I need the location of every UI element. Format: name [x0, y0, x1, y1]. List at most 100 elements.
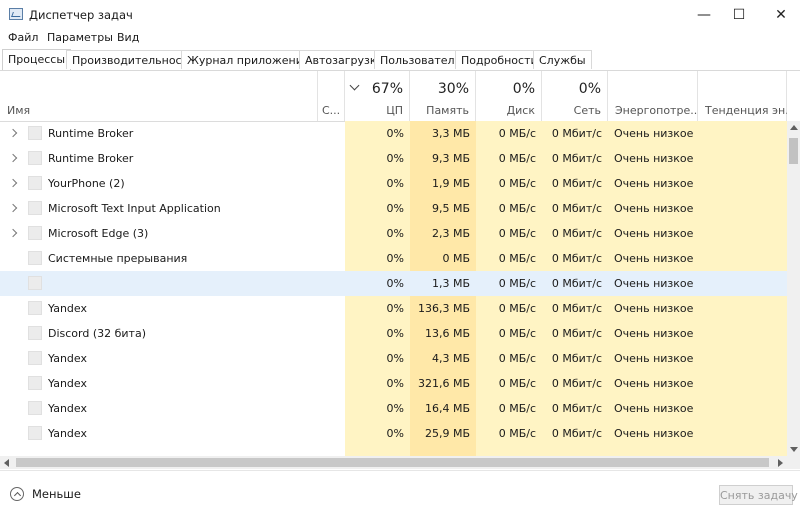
window-title: Диспетчер задач: [29, 8, 133, 22]
cpu-total: 67%: [371, 81, 403, 97]
process-icon: [28, 301, 42, 315]
col-disk[interactable]: 0% Диск: [476, 71, 542, 121]
scroll-right-arrow-icon[interactable]: [778, 459, 783, 467]
cell-disk: 0 МБ/с: [476, 321, 542, 346]
process-icon: [28, 126, 42, 140]
tab-services[interactable]: Службы: [533, 50, 592, 69]
cell-memory: 1,3 МБ: [410, 271, 476, 296]
col-power-trend-label: Тенденция эн...: [705, 104, 787, 117]
cell-cpu: 0%: [345, 246, 410, 271]
col-network[interactable]: 0% Сеть: [542, 71, 608, 121]
table-row[interactable]: YourPhone (2) 0% 1,9 МБ 0 МБ/с 0 Мбит/с Очень…: [0, 171, 787, 196]
cell-trend: [698, 171, 787, 196]
tab-processes[interactable]: Процессы: [2, 49, 72, 70]
col-status-label: С...: [322, 104, 341, 117]
table-row[interactable]: Yandex 0% 4,3 МБ 0 МБ/с 0 Мбит/с Очень низкое: [0, 346, 787, 371]
cell-network: 0 Мбит/с: [542, 371, 608, 396]
table-row[interactable]: Discord (32 бита) 0% 13,6 МБ 0 МБ/с 0 Мбит/с…: [0, 321, 787, 346]
cell-trend: [698, 121, 787, 146]
process-list: Runtime Broker 0% 3,3 МБ 0 МБ/с 0 Мбит/с Очен…: [0, 121, 787, 456]
cell-cpu: 0%: [345, 346, 410, 371]
vertical-scrollbar[interactable]: [787, 121, 800, 456]
cell-network: 0 Мбит/с: [542, 121, 608, 146]
process-name: Microsoft Text Input Application: [48, 202, 221, 215]
process-name: Microsoft Edge (3): [48, 227, 149, 240]
process-name: Runtime Broker: [48, 127, 134, 140]
col-memory[interactable]: 30% Память: [410, 71, 476, 121]
cell-cpu: 0%: [345, 121, 410, 146]
column-fill: [542, 446, 608, 456]
col-cpu-label: ЦП: [386, 104, 403, 117]
close-button[interactable]: ✕: [762, 0, 800, 30]
fewer-details-link[interactable]: Меньше: [32, 487, 81, 501]
tab-details[interactable]: Подробности: [455, 50, 544, 69]
process-icon: [28, 376, 42, 390]
menu-options[interactable]: Параметры: [47, 31, 113, 44]
cell-power: Очень низкое: [608, 196, 698, 221]
col-name[interactable]: Имя: [0, 71, 318, 121]
menu-file[interactable]: Файл: [8, 31, 38, 44]
tab-users[interactable]: Пользователи: [374, 50, 468, 69]
cell-power: Очень низкое: [608, 421, 698, 446]
horizontal-scroll-thumb[interactable]: [16, 458, 769, 467]
col-cpu[interactable]: 67% ЦП: [345, 71, 410, 121]
cell-trend: [698, 421, 787, 446]
cell-disk: 0 МБ/с: [476, 421, 542, 446]
cell-network: 0 Мбит/с: [542, 171, 608, 196]
table-row[interactable]: Yandex 0% 321,6 МБ 0 МБ/с 0 Мбит/с Очень низк…: [0, 371, 787, 396]
cell-power: Очень низкое: [608, 171, 698, 196]
cell-cpu: 0%: [345, 271, 410, 296]
column-header: Имя С... 67% ЦП 30% Память 0% Диск 0% Се…: [0, 71, 787, 122]
process-icon: [28, 401, 42, 415]
cell-disk: 0 МБ/с: [476, 171, 542, 196]
cell-cpu: 0%: [345, 221, 410, 246]
col-name-label: Имя: [7, 104, 31, 117]
cell-cpu: 0%: [345, 321, 410, 346]
process-name: Yandex: [48, 402, 87, 415]
cell-power: Очень низкое: [608, 221, 698, 246]
process-name: Yandex: [48, 352, 87, 365]
cell-power: Очень низкое: [608, 146, 698, 171]
table-row[interactable]: Microsoft Edge (3) 0% 2,3 МБ 0 МБ/с 0 Мбит/с…: [0, 221, 787, 246]
cell-cpu: 0%: [345, 396, 410, 421]
table-row[interactable]: Runtime Broker 0% 3,3 МБ 0 МБ/с 0 Мбит/с Очен…: [0, 121, 787, 146]
minimize-button[interactable]: —: [685, 0, 723, 30]
cell-network: 0 Мбит/с: [542, 196, 608, 221]
col-power-trend[interactable]: Тенденция эн...: [698, 71, 787, 121]
cell-power: Очень низкое: [608, 396, 698, 421]
tab-app-history[interactable]: Журнал приложений: [181, 50, 317, 69]
table-row[interactable]: Yandex 0% 136,3 МБ 0 МБ/с 0 Мбит/с Очень низк…: [0, 296, 787, 321]
end-task-button[interactable]: Снять задачу: [719, 485, 798, 505]
cell-cpu: 0%: [345, 296, 410, 321]
maximize-button[interactable]: ☐: [720, 0, 758, 30]
cell-trend: [698, 221, 787, 246]
process-name: Yandex: [48, 427, 87, 440]
scroll-left-arrow-icon[interactable]: [4, 459, 9, 467]
table-row[interactable]: 0% 1,3 МБ 0 МБ/с 0 Мбит/с Очень низкое: [0, 271, 787, 296]
table-row[interactable]: Системные прерывания 0% 0 МБ 0 МБ/с 0 Мбит/с…: [0, 246, 787, 271]
scroll-down-arrow-icon[interactable]: [790, 447, 798, 452]
table-row[interactable]: Runtime Broker 0% 9,3 МБ 0 МБ/с 0 Мбит/с Очен…: [0, 146, 787, 171]
col-power[interactable]: Энергопотре...: [608, 71, 698, 121]
table-row[interactable]: Yandex 0% 25,9 МБ 0 МБ/с 0 Мбит/с Очень низко…: [0, 421, 787, 446]
cell-memory: 9,5 МБ: [410, 196, 476, 221]
vertical-scroll-thumb[interactable]: [789, 138, 798, 164]
cell-disk: 0 МБ/с: [476, 196, 542, 221]
horizontal-scrollbar[interactable]: [0, 456, 787, 469]
cell-memory: 4,3 МБ: [410, 346, 476, 371]
menu-view[interactable]: Вид: [117, 31, 139, 44]
process-icon: [28, 226, 42, 240]
column-fill: [608, 446, 698, 456]
cell-power: Очень низкое: [608, 296, 698, 321]
collapse-chevron-icon[interactable]: [10, 487, 24, 501]
table-row[interactable]: Yandex 0% 16,4 МБ 0 МБ/с 0 Мбит/с Очень низко…: [0, 396, 787, 421]
cell-trend: [698, 146, 787, 171]
col-status[interactable]: С...: [318, 71, 345, 121]
cell-disk: 0 МБ/с: [476, 121, 542, 146]
cell-power: Очень низкое: [608, 371, 698, 396]
scroll-up-arrow-icon[interactable]: [790, 125, 798, 130]
table-row[interactable]: Microsoft Text Input Application 0% 9,5 МБ…: [0, 196, 787, 221]
cell-cpu: 0%: [345, 146, 410, 171]
cell-cpu: 0%: [345, 171, 410, 196]
process-name: Runtime Broker: [48, 152, 134, 165]
